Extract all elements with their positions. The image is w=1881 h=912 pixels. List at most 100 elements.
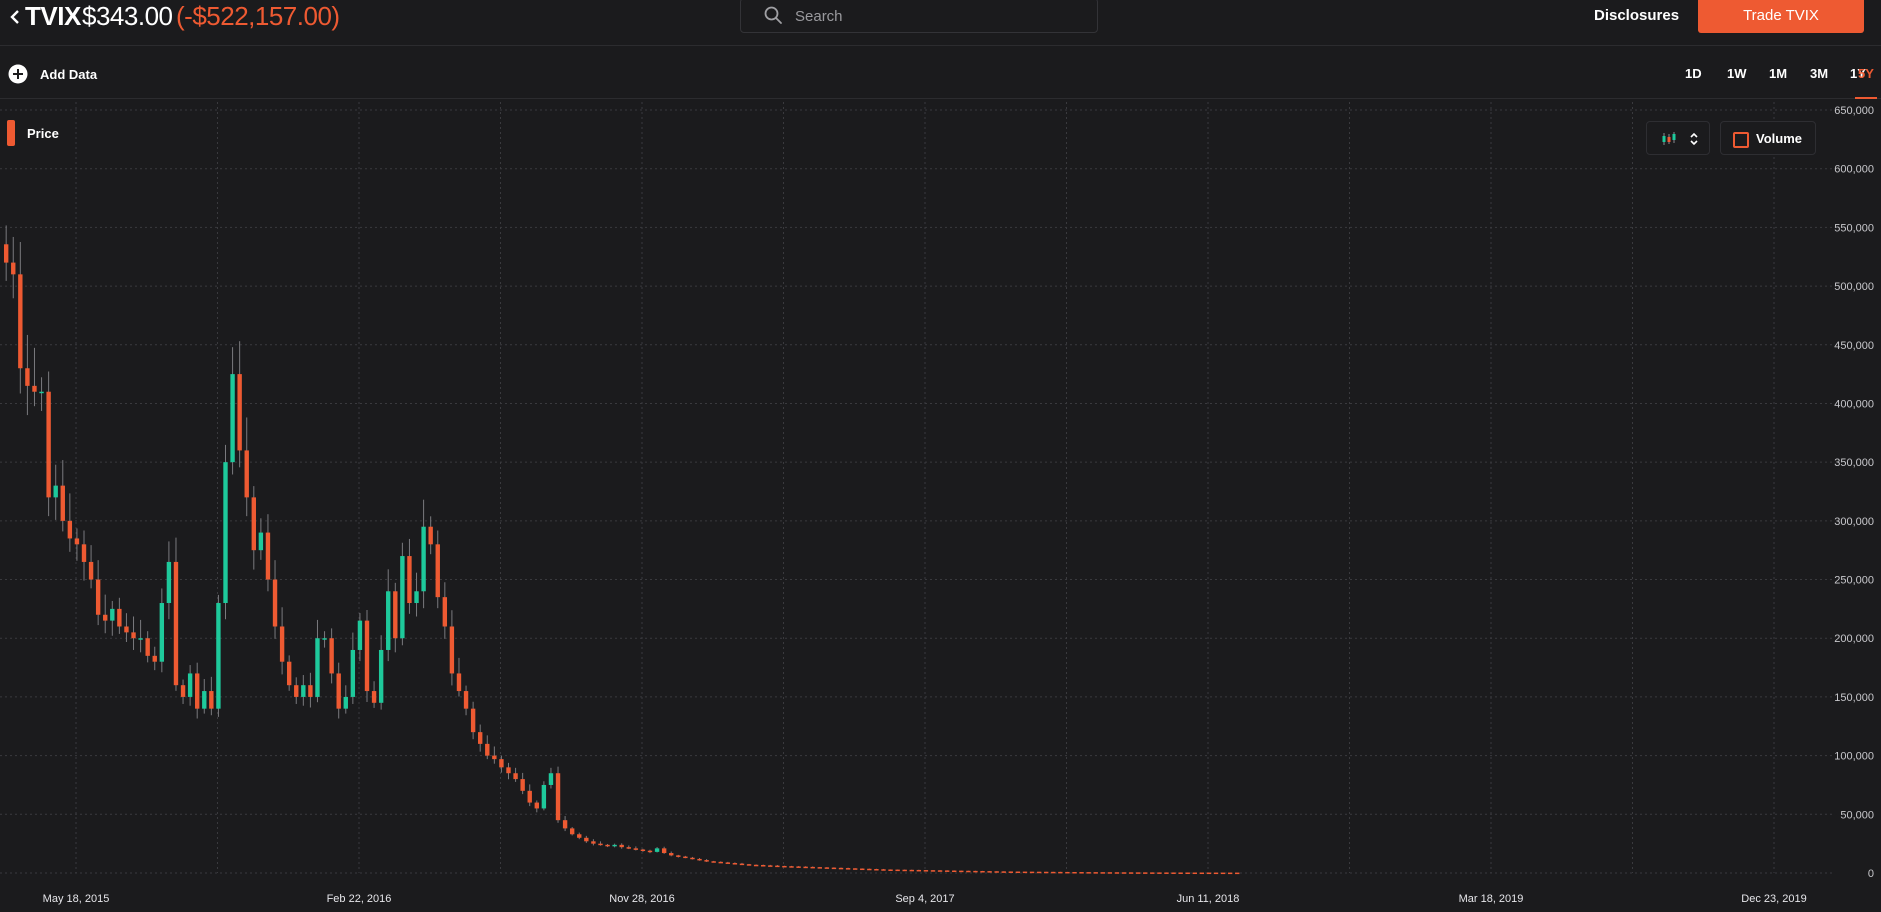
- range-1d[interactable]: 1D: [1685, 66, 1702, 81]
- candle-body: [74, 538, 80, 545]
- candle-body: [591, 841, 596, 844]
- candle-body: [322, 638, 327, 640]
- disclosures-link[interactable]: Disclosures: [1594, 7, 1679, 24]
- candle-body: [39, 391, 44, 394]
- candle-body: [414, 591, 419, 604]
- candle-body: [46, 391, 51, 498]
- candle-body: [470, 708, 476, 733]
- current-price: $343.00: [82, 1, 173, 31]
- candle-body: [195, 673, 200, 709]
- candle-body: [499, 759, 504, 768]
- candle-body: [1044, 871, 1049, 874]
- candle-body: [1107, 872, 1113, 874]
- candle-body: [95, 579, 101, 615]
- candle-body: [1072, 871, 1077, 874]
- candle-body: [244, 450, 249, 498]
- candle-body: [485, 743, 490, 756]
- candle-body: [131, 632, 136, 639]
- plus-circle-icon: [8, 64, 28, 84]
- candle-body: [810, 866, 815, 869]
- candle-body: [11, 262, 16, 275]
- candle-body: [1199, 872, 1205, 875]
- y-tick-label: 250,000: [1834, 575, 1874, 587]
- candle-body: [442, 597, 448, 627]
- candle-body: [746, 864, 752, 866]
- candle-body: [492, 755, 497, 760]
- candle-body: [88, 561, 94, 580]
- range-1w[interactable]: 1W: [1727, 66, 1747, 81]
- search-box[interactable]: [740, 0, 1098, 33]
- candle-body: [647, 850, 653, 853]
- price-swatch: [7, 120, 15, 146]
- price-legend-label: Price: [27, 125, 59, 141]
- x-tick-label: Dec 23, 2019: [1741, 893, 1806, 905]
- y-tick-label: 200,000: [1834, 633, 1874, 645]
- candle-body: [661, 848, 667, 854]
- candle-body: [159, 603, 165, 662]
- candle-body: [449, 626, 455, 674]
- candle-body: [626, 847, 631, 849]
- chevron-left-icon[interactable]: [7, 6, 23, 28]
- candle-body: [435, 544, 440, 598]
- candle-body: [357, 620, 363, 650]
- candle-body: [690, 857, 695, 860]
- volume-checkbox[interactable]: [1733, 132, 1749, 148]
- candle-body: [555, 773, 561, 821]
- search-input[interactable]: [793, 5, 1087, 27]
- candle-body: [1150, 872, 1155, 874]
- candle-body: [845, 868, 851, 870]
- candle-body: [697, 858, 702, 861]
- candle-body: [1206, 872, 1212, 875]
- candle-body: [166, 561, 172, 604]
- ticker-symbol: TVIX: [25, 1, 81, 31]
- candle-body: [959, 870, 964, 873]
- candle-body: [640, 849, 646, 852]
- candle-body: [775, 865, 780, 868]
- candle-body: [1220, 872, 1226, 875]
- range-3m[interactable]: 3M: [1810, 66, 1828, 81]
- candle-body: [548, 773, 554, 785]
- candle-body: [654, 848, 660, 852]
- candle-body: [315, 638, 320, 697]
- candle-body: [1157, 872, 1162, 874]
- candle-body: [831, 867, 837, 870]
- y-tick-label: 350,000: [1834, 457, 1874, 469]
- candle-body: [605, 844, 610, 847]
- candle-body: [923, 870, 929, 872]
- candle-body: [336, 673, 341, 709]
- candle-body: [1051, 871, 1056, 874]
- candle-body: [867, 868, 872, 871]
- candle-body: [541, 784, 547, 809]
- volume-toggle[interactable]: Volume: [1720, 121, 1816, 155]
- top-bar: TVIX $343.00 (-$522,157.00) Disclosures …: [0, 0, 1881, 46]
- candle-body: [824, 867, 830, 869]
- candle-body: [251, 497, 256, 551]
- x-tick-label: Sep 4, 2017: [895, 893, 954, 905]
- candle-body: [994, 871, 999, 873]
- candle-body: [930, 870, 936, 872]
- candle-body: [60, 485, 65, 521]
- candle-body: [216, 603, 221, 709]
- sort-arrows-icon: [1690, 132, 1698, 146]
- price-chart[interactable]: 0 50,000 100,000 150,000 200,000 250,000 300,0…: [0, 99, 1881, 912]
- search-icon: [764, 6, 782, 24]
- candle-body: [895, 869, 900, 872]
- candle-body: [817, 867, 822, 869]
- candle-body: [329, 638, 334, 674]
- x-tick-label: Jun 11, 2018: [1177, 893, 1240, 905]
- chart-type-selector[interactable]: [1646, 121, 1710, 155]
- candle-body: [124, 626, 129, 633]
- trade-button[interactable]: Trade TVIX: [1698, 0, 1864, 33]
- y-tick-label: 300,000: [1834, 516, 1874, 528]
- candle-body: [308, 685, 313, 697]
- range-1m[interactable]: 1M: [1769, 66, 1787, 81]
- candle-body: [286, 661, 292, 686]
- candle-body: [796, 866, 801, 868]
- x-tick-label: May 18, 2015: [43, 893, 110, 905]
- candle-body: [265, 532, 271, 580]
- range-5y[interactable]: 5Y: [1858, 66, 1874, 81]
- add-data-button[interactable]: Add Data: [8, 64, 97, 84]
- candle-body: [562, 820, 568, 829]
- y-tick-label: 650,000: [1834, 105, 1874, 117]
- candle-body: [1086, 872, 1091, 874]
